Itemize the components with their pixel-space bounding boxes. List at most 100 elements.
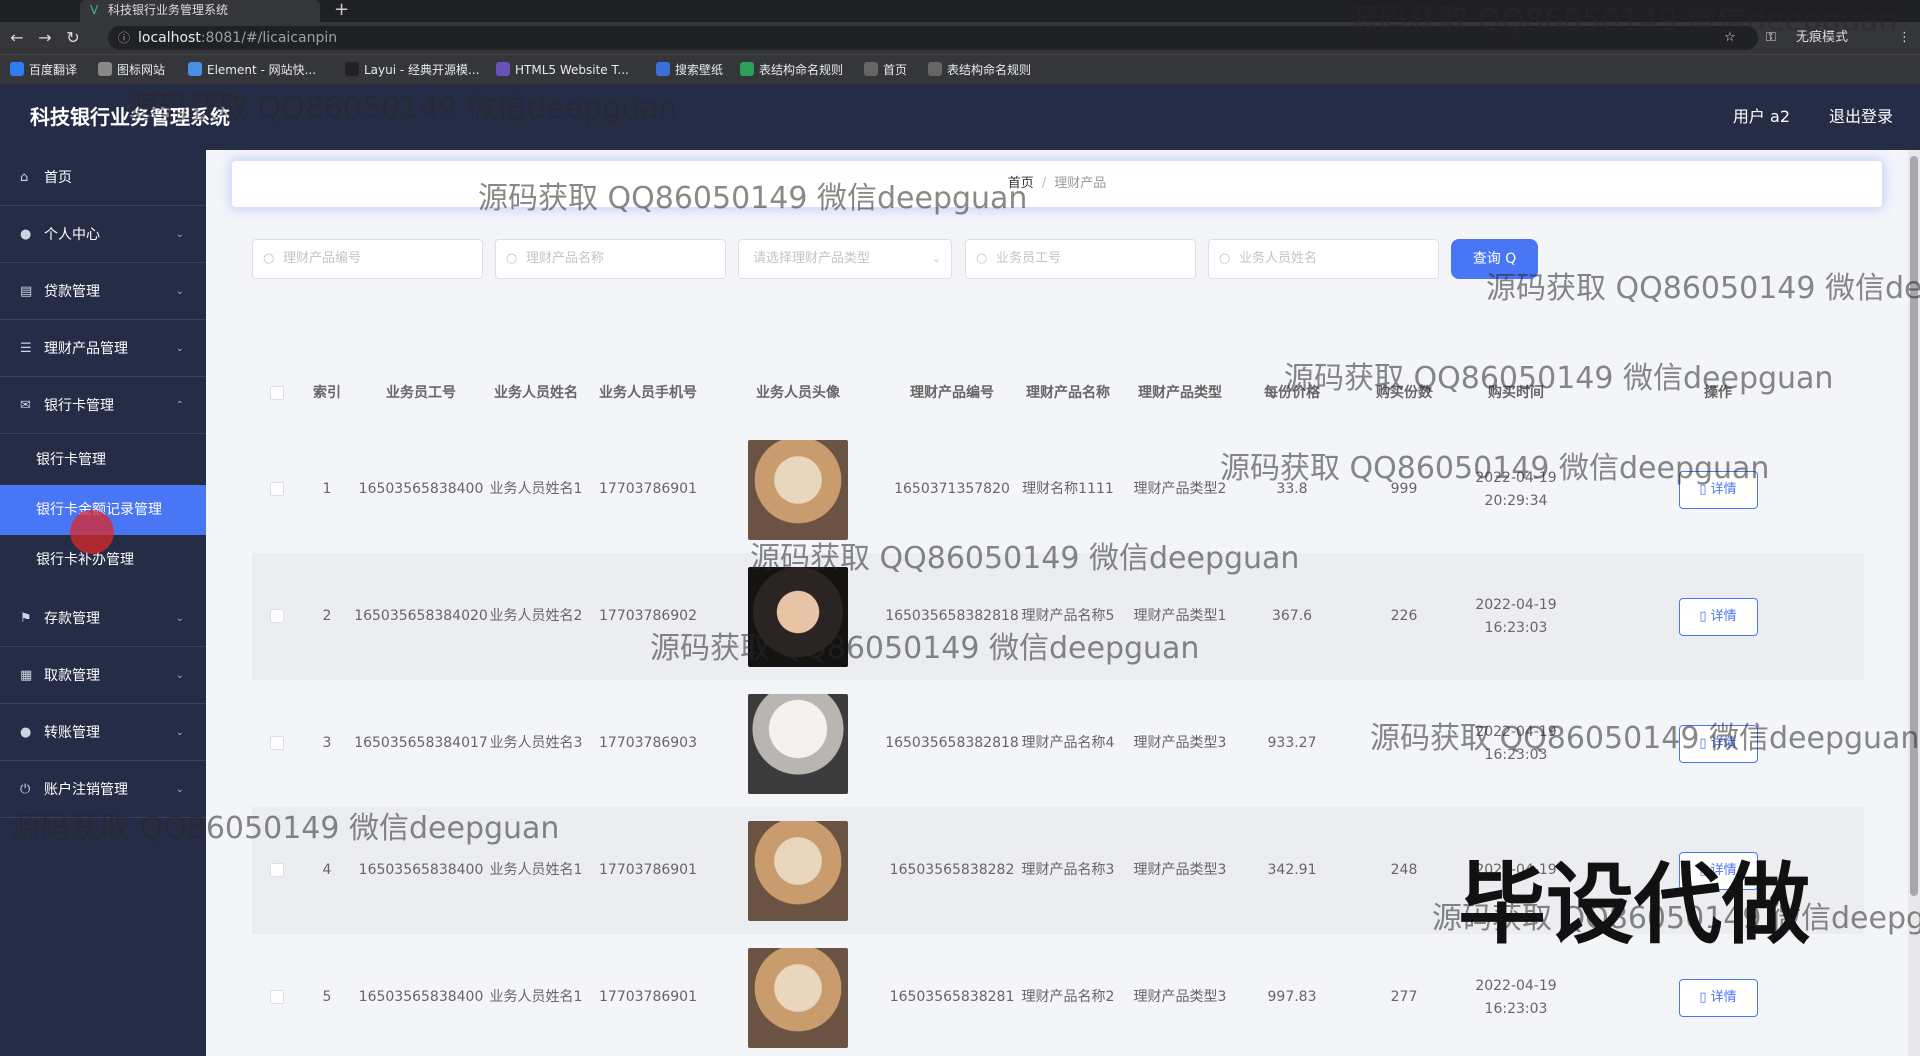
cell-phone: 17703786901 [599, 481, 697, 497]
table-header: 索引 业务员工号 业务人员姓名 业务人员手机号 业务人员头像 理财产品编号 理财产品名称 理财… [252, 360, 1864, 426]
avatar [748, 439, 848, 540]
bookmark-favicon-icon [188, 62, 202, 76]
sidebar-item-label: 存款管理 [44, 611, 100, 627]
sidebar-item[interactable]: ▤ 贷款管理 ⌄ [0, 264, 206, 320]
sidebar-item[interactable]: ⌂ 首页 [0, 150, 206, 206]
cell-price: 367.6 [1271, 608, 1313, 624]
bookmark-item[interactable]: Layui - 经典开源模... [345, 61, 479, 79]
detail-button[interactable]: ▯ 详情 [1678, 597, 1758, 636]
sidebar-item[interactable]: ⚑ 存款管理 ⌄ [0, 591, 206, 647]
avatar-cell [704, 934, 892, 1056]
cell-price: 342.91 [1267, 862, 1317, 878]
sidebar-item[interactable]: ● 个人中心 ⌄ [0, 207, 206, 263]
bookmark-label: 搜索壁纸 [675, 63, 724, 77]
scrollbar-thumb[interactable] [1910, 156, 1918, 896]
column-header: 索引 [313, 385, 341, 401]
click-cursor-indicator [70, 510, 114, 554]
cell-index: 3 [322, 735, 332, 751]
bookmark-favicon-icon [10, 62, 24, 76]
column-header: 每份价格 [1264, 385, 1320, 401]
select-all-checkbox[interactable] [270, 386, 284, 400]
cell-count: 999 [1390, 481, 1418, 497]
bookmark-favicon-icon [496, 62, 510, 76]
product-no-input[interactable]: ○ 理财产品编号 [252, 239, 483, 279]
staff-name-placeholder: 业务人员姓名 [1239, 251, 1318, 266]
column-header: 操作 [1704, 385, 1732, 401]
menu-icon[interactable]: ⋮ [1898, 26, 1911, 50]
sidebar-subitem[interactable]: 银行卡管理 [0, 435, 206, 485]
sidebar-item-label: 理财产品管理 [44, 341, 128, 357]
column-header: 理财产品名称 [1026, 385, 1110, 401]
cell-staff-no: 165035658384017 [354, 735, 488, 751]
scrollbar[interactable] [1908, 150, 1920, 1056]
cell-staff-name: 业务人员姓名3 [489, 735, 583, 751]
sidebar-item[interactable]: ✉ 银行卡管理 ⌃ [0, 378, 206, 434]
avatar-cell [704, 426, 892, 553]
power-icon: ⏻ [20, 782, 31, 797]
query-button[interactable]: 查询 Q [1451, 239, 1538, 279]
cell-count: 248 [1390, 862, 1418, 878]
staff-name-input[interactable]: ○ 业务人员姓名 [1208, 239, 1439, 279]
search-icon: ○ [976, 251, 988, 266]
product-type-placeholder: 请选择理财产品类型 [753, 251, 871, 266]
detail-button[interactable]: ▯ 详情 [1678, 470, 1758, 509]
cell-product-type: 理财产品类型3 [1133, 989, 1227, 1005]
row-checkbox[interactable] [270, 990, 284, 1004]
address-bar[interactable]: ⓘ localhost:8081/#/licaicanpin [108, 26, 1758, 50]
document-icon: ▯ [1699, 735, 1711, 751]
cell-time: 2022-04-19 16:23:03 [1475, 723, 1557, 763]
bookmark-item[interactable]: HTML5 Website T... [496, 61, 629, 79]
bookmark-item[interactable]: 图标网站 [98, 61, 165, 79]
breadcrumb: 首页 / 理财产品 [231, 160, 1883, 208]
bookmark-label: 表结构命名规则 [759, 63, 844, 77]
new-tab-icon[interactable]: + [334, 0, 349, 20]
sidebar-item-label: 银行卡管理 [44, 398, 114, 414]
product-name-input[interactable]: ○ 理财产品名称 [495, 239, 726, 279]
home-icon: ⌂ [20, 170, 29, 185]
row-checkbox[interactable] [270, 609, 284, 623]
sidebar-item-label: 账户注销管理 [44, 782, 128, 798]
sidebar-item[interactable]: ● 转账管理 ⌄ [0, 705, 206, 761]
column-header: 业务人员姓名 [494, 385, 578, 401]
cell-time: 2022-04-19 20:29:34 [1475, 469, 1557, 509]
breadcrumb-home[interactable]: 首页 [1008, 176, 1034, 191]
row-checkbox[interactable] [270, 863, 284, 877]
bookmark-item[interactable]: 百度翻译 [10, 61, 77, 79]
cell-count [1348, 680, 1460, 807]
cell-staff-name: 业务人员姓名2 [489, 608, 583, 624]
user-icon: ● [20, 227, 32, 242]
staff-no-input[interactable]: ○ 业务员工号 [965, 239, 1196, 279]
detail-button[interactable]: ▯ 详情 [1678, 978, 1758, 1017]
bookmark-item[interactable]: 搜索壁纸 [656, 61, 723, 79]
sidebar-item[interactable]: ⏻ 账户注销管理 ⌄ [0, 762, 206, 818]
cell-count: 226 [1390, 608, 1418, 624]
key-icon[interactable]: ⚿ [1766, 26, 1776, 50]
row-checkbox[interactable] [270, 736, 284, 750]
incognito-label[interactable]: 无痕模式 [1796, 26, 1848, 50]
detail-button-label: 详情 [1710, 989, 1737, 1005]
cell-product-type: 理财产品类型1 [1133, 608, 1227, 624]
bookmark-item[interactable]: Element - 网站快... [188, 61, 316, 79]
bookmark-item[interactable]: 首页 [864, 61, 907, 79]
logout-button[interactable]: 退出登录 [1829, 106, 1893, 128]
forward-icon[interactable]: → [34, 27, 56, 49]
cell-staff-name: 业务人员姓名1 [489, 481, 583, 497]
sidebar-item[interactable]: ▦ 取款管理 ⌄ [0, 648, 206, 704]
sliders-icon: ☰ [20, 341, 32, 356]
detail-button[interactable]: ▯ 详情 [1678, 724, 1758, 763]
row-checkbox[interactable] [270, 482, 284, 496]
url-path: :8081/#/licaicanpin [200, 30, 338, 46]
cell-index: 2 [322, 608, 332, 624]
star-icon[interactable]: ☆ [1724, 26, 1736, 50]
back-icon[interactable]: ← [6, 27, 28, 49]
bookmark-favicon-icon [98, 62, 112, 76]
product-type-select[interactable]: 请选择理财产品类型 ⌄ [738, 239, 952, 279]
cell-product-type: 理财产品类型3 [1133, 862, 1227, 878]
reload-icon[interactable]: ↻ [62, 27, 84, 49]
bookmark-item[interactable]: 表结构命名规则 [928, 61, 1031, 79]
sidebar-item[interactable]: ☰ 理财产品管理 ⌄ [0, 321, 206, 377]
cell-product-name: 理财产品名称5 [1021, 608, 1115, 624]
bookmark-item[interactable]: 表结构命名规则 [740, 61, 843, 79]
browser-tab[interactable]: V 科技银行业务管理系统 [80, 0, 320, 22]
table-row: 2 165035658384020 业务人员姓名2 17703786902 165035… [252, 553, 1864, 680]
